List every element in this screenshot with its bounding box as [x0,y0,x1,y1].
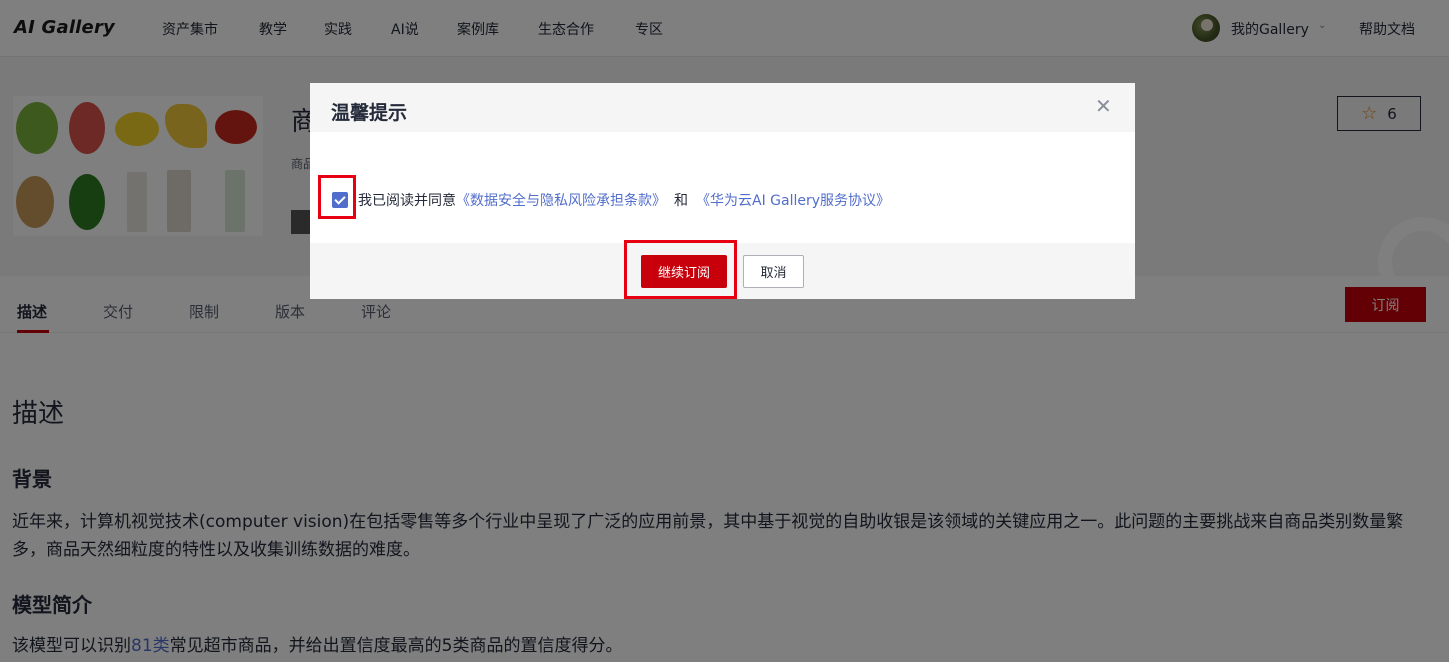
agree-text: 我已阅读并同意 [358,193,456,209]
and-text: 和 [674,193,688,209]
highlight-continue-button [624,240,737,299]
close-icon[interactable]: ✕ [1095,96,1112,116]
highlight-checkbox [318,175,356,219]
dialog-title: 温馨提示 [331,102,408,124]
service-agreement-link[interactable]: 《华为云AI Gallery服务协议》 [696,190,890,210]
agreement-row: 我已阅读并同意 《数据安全与隐私风险承担条款》 和 《华为云AI Gallery… [332,190,890,210]
cancel-button[interactable]: 取消 [743,255,804,288]
privacy-terms-link[interactable]: 《数据安全与隐私风险承担条款》 [456,190,666,210]
dialog-header: 温馨提示 ✕ [310,83,1135,132]
